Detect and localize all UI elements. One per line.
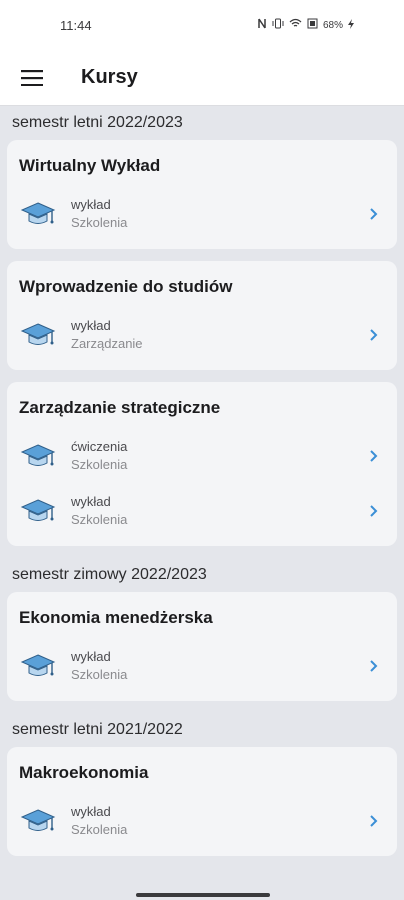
class-type: wykład <box>71 494 111 509</box>
chevron-right-icon[interactable] <box>361 809 385 833</box>
course-card: Zarządzanie strategiczne ćwiczenia Szkol… <box>7 382 397 546</box>
semester-header: semestr letni 2021/2022 <box>12 721 183 738</box>
class-type: wykład <box>71 649 111 664</box>
graduation-cap-icon <box>20 498 56 521</box>
status-time: 11:44 <box>60 17 92 33</box>
chevron-right-icon[interactable] <box>361 499 385 523</box>
battery-saver-icon <box>307 18 318 32</box>
status-bar: 11:44 68% <box>0 0 404 50</box>
app-bar: Kursy <box>0 50 404 106</box>
course-title: Makroekonomia <box>19 763 149 782</box>
graduation-cap-icon <box>20 322 56 345</box>
nfc-icon <box>257 18 267 32</box>
charging-icon <box>348 18 354 32</box>
course-title: Ekonomia menedżerska <box>19 608 213 627</box>
vibrate-icon <box>272 18 284 32</box>
class-unit: Szkolenia <box>71 667 128 682</box>
chevron-right-icon[interactable] <box>361 654 385 678</box>
class-unit: Szkolenia <box>71 457 128 472</box>
course-class-row[interactable]: wykład Szkolenia <box>19 186 385 241</box>
class-type: wykład <box>71 804 111 819</box>
hamburger-menu-icon <box>21 69 43 86</box>
course-title: Zarządzanie strategiczne <box>19 398 221 417</box>
course-class-row[interactable]: wykład Szkolenia <box>19 638 385 693</box>
course-card: Makroekonomia wykład Szkolenia <box>7 747 397 856</box>
graduation-cap-icon <box>20 653 56 676</box>
course-list: semestr letni 2022/2023 Wirtualny Wykład… <box>0 106 404 856</box>
wifi-icon <box>289 18 302 32</box>
course-card: Ekonomia menedżerska wykład Szkolenia <box>7 592 397 701</box>
course-class-row[interactable]: wykład Szkolenia <box>19 793 385 848</box>
course-class-row[interactable]: ćwiczenia Szkolenia <box>19 428 385 483</box>
battery-level: 68% <box>322 19 343 31</box>
class-unit: Zarządzanie <box>71 336 143 351</box>
status-icons: 68% <box>257 18 354 32</box>
page-title: Kursy <box>81 66 138 88</box>
class-type: wykład <box>71 197 111 212</box>
course-title: Wprowadzenie do studiów <box>19 277 233 296</box>
graduation-cap-icon <box>20 808 56 831</box>
chevron-right-icon[interactable] <box>361 202 385 226</box>
course-title: Wirtualny Wykład <box>19 156 161 175</box>
class-unit: Szkolenia <box>71 215 128 230</box>
course-card: Wirtualny Wykład wykład Szkolenia <box>7 140 397 249</box>
graduation-cap-icon <box>20 201 56 224</box>
menu-button[interactable] <box>0 50 64 106</box>
graduation-cap-icon <box>20 443 56 466</box>
class-type: ćwiczenia <box>71 439 128 454</box>
class-type: wykład <box>71 318 111 333</box>
semester-header: semestr letni 2022/2023 <box>12 114 183 131</box>
chevron-right-icon[interactable] <box>361 444 385 468</box>
class-unit: Szkolenia <box>71 512 128 527</box>
course-class-row[interactable]: wykład Zarządzanie <box>19 307 385 362</box>
course-card: Wprowadzenie do studiów wykład Zarządzan… <box>7 261 397 370</box>
chevron-right-icon[interactable] <box>361 323 385 347</box>
course-class-row[interactable]: wykład Szkolenia <box>19 483 385 538</box>
class-unit: Szkolenia <box>71 822 128 837</box>
home-indicator[interactable] <box>136 893 270 897</box>
semester-header: semestr zimowy 2022/2023 <box>12 566 207 583</box>
